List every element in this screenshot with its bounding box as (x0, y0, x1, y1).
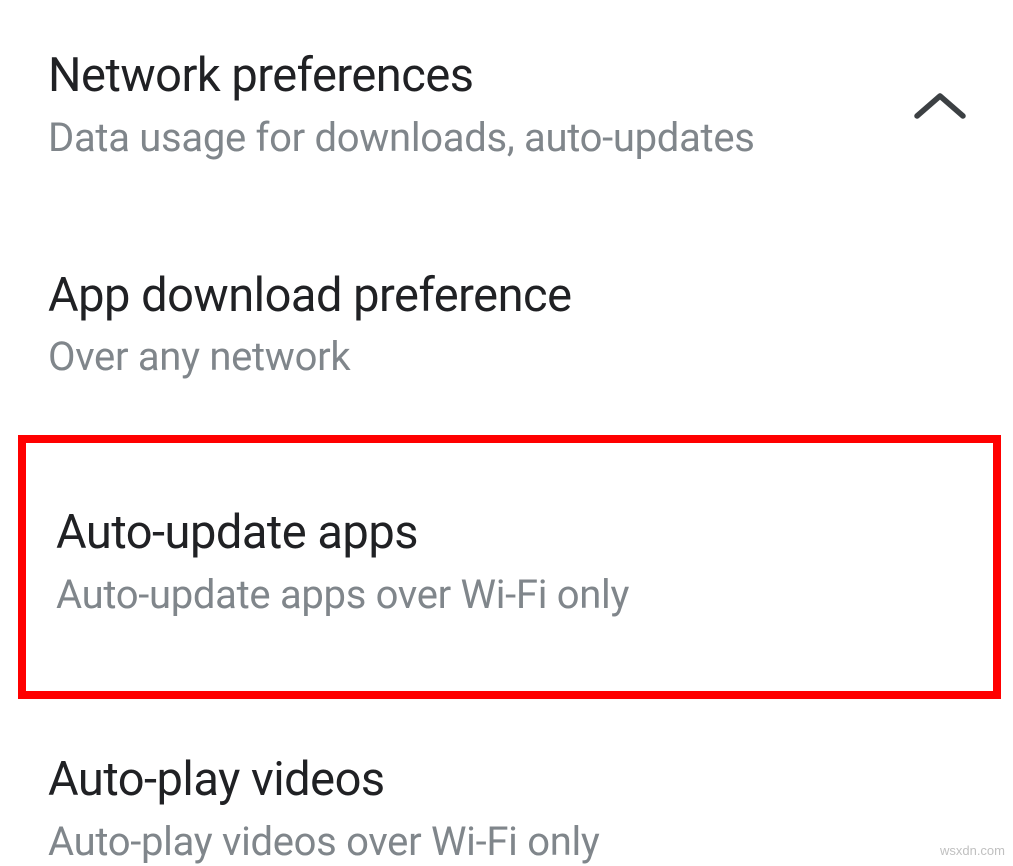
chevron-up-icon[interactable] (911, 88, 969, 130)
item-title: Auto-update apps (56, 507, 963, 559)
auto-update-apps-item[interactable]: Auto-update apps Auto-update apps over W… (18, 435, 1001, 699)
item-subtitle: Auto-play videos over Wi-Fi only (48, 818, 965, 866)
item-subtitle: Auto-update apps over Wi-Fi only (56, 571, 963, 619)
section-title: Network preferences (48, 50, 911, 102)
item-title: Auto-play videos (48, 754, 965, 806)
item-subtitle: Over any network (48, 333, 965, 381)
section-subtitle: Data usage for downloads, auto-updates (48, 114, 911, 162)
header-text-block: Network preferences Data usage for downl… (48, 50, 911, 162)
auto-play-videos-item[interactable]: Auto-play videos Auto-play videos over W… (0, 754, 1013, 866)
app-download-preference-item[interactable]: App download preference Over any network (0, 270, 1013, 382)
network-preferences-header[interactable]: Network preferences Data usage for downl… (0, 0, 1013, 162)
watermark-text: wsxdn.com (940, 843, 1005, 858)
item-title: App download preference (48, 270, 965, 322)
